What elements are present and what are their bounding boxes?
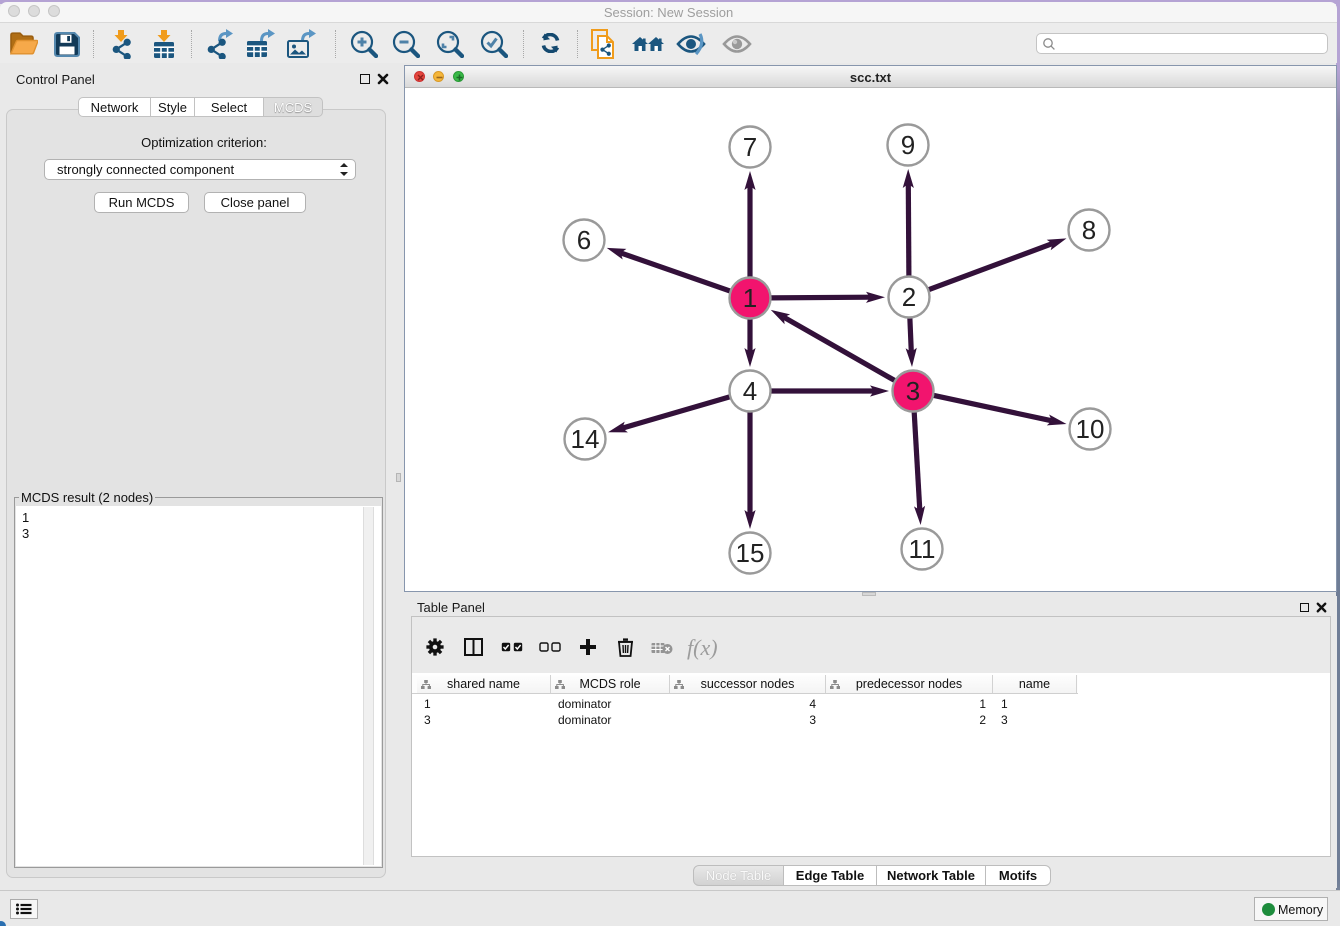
svg-text:14: 14	[571, 424, 600, 454]
svg-text:7: 7	[743, 132, 757, 162]
svg-text:3: 3	[906, 376, 920, 406]
svg-text:9: 9	[901, 130, 915, 160]
svg-text:1: 1	[743, 283, 757, 313]
svg-text:4: 4	[743, 376, 757, 406]
svg-text:15: 15	[736, 538, 765, 568]
svg-text:6: 6	[577, 225, 591, 255]
svg-text:8: 8	[1082, 215, 1096, 245]
svg-text:2: 2	[902, 282, 916, 312]
svg-text:10: 10	[1076, 414, 1105, 444]
svg-text:11: 11	[909, 534, 936, 564]
